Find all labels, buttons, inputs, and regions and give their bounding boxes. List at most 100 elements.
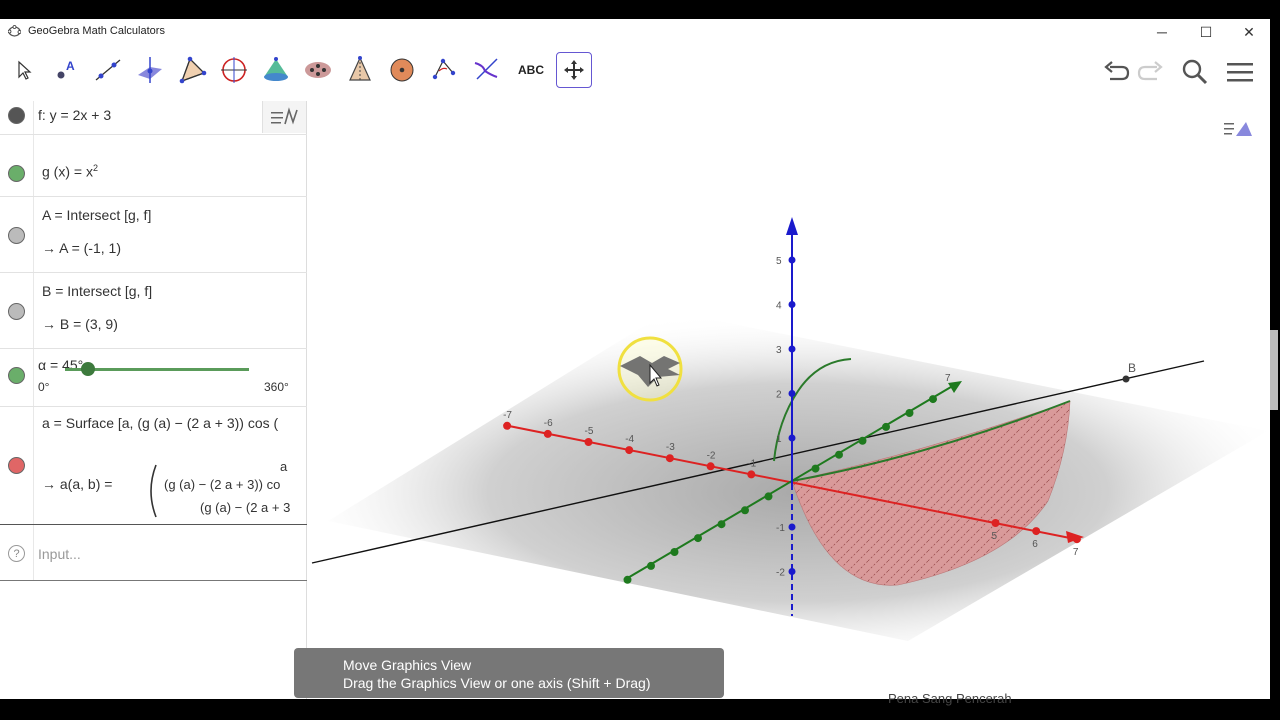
point-tool-button[interactable]: A [48, 52, 84, 88]
algebra-row-surface[interactable]: a = Surface [a, (g (a) − (2 a + 3)) cos … [0, 407, 307, 525]
maximize-button[interactable]: ☐ [1184, 19, 1228, 45]
z-tick-mark [788, 568, 796, 575]
row-separator [33, 101, 34, 134]
pyramid-tool-button[interactable] [174, 52, 210, 88]
visibility-toggle[interactable] [8, 227, 25, 244]
algebra-item-text[interactable]: a = Surface [a, (g (a) − (2 a + 3)) cos … [42, 415, 306, 431]
x-tick-mark [706, 462, 715, 471]
x-tick-mark [665, 454, 674, 463]
x-tick-mark [1072, 535, 1081, 544]
z-tick-label: 4 [776, 301, 782, 312]
graphics-style-icon [1224, 122, 1252, 136]
sphere-icon [390, 58, 414, 82]
algebra-row-b[interactable]: B = Intersect [g, f] → B = (3, 9) [0, 273, 307, 349]
search-button[interactable] [1180, 57, 1210, 87]
plane-icon [138, 57, 162, 83]
pyramid-icon [179, 56, 207, 84]
graphics-style-bar-button[interactable] [1220, 115, 1256, 143]
x-tick-mark [584, 438, 593, 446]
algebra-input-row[interactable]: ? Input... [0, 525, 307, 581]
line-tool-button[interactable] [90, 52, 126, 88]
y-tick-mark [623, 575, 632, 584]
text-tool-button[interactable]: ABC [513, 52, 549, 88]
x-tick-label: -2 [707, 450, 716, 461]
line-icon [95, 59, 121, 81]
net-tool-button[interactable] [300, 52, 336, 88]
visibility-toggle[interactable] [8, 367, 25, 384]
z-tick-label: -1 [776, 523, 785, 534]
surface-matrix: a (g (a) − (2 a + 3)) co (g (a) − (2 a +… [160, 457, 306, 525]
point-b [1122, 375, 1130, 383]
cone-tool-button[interactable] [258, 52, 294, 88]
move-graphics-view-tool-button[interactable] [556, 52, 592, 88]
algebra-item-result: → A = (-1, 1) [42, 240, 121, 256]
watermark-brand: SCREENCAST ◯ MATIC [16, 661, 259, 683]
z-tick-label: 3 [776, 345, 782, 356]
screencast-watermark: Recorded with SCREENCAST ◯ MATIC [16, 648, 258, 684]
y-tick-mark [929, 395, 937, 404]
visibility-toggle[interactable] [8, 303, 25, 320]
style-bar-icon [270, 107, 298, 125]
circle-axis-icon [221, 57, 247, 83]
rotate-icon [432, 58, 456, 80]
window-title: GeoGebra Math Calculators [28, 25, 165, 37]
slider-max-label: 360° [264, 380, 289, 394]
y-tick-mark [647, 561, 655, 570]
matrix-entry-bot: (g (a) − (2 a + 3 [200, 500, 291, 515]
point-icon: A [57, 59, 75, 79]
visibility-toggle[interactable] [8, 165, 25, 182]
z-tick-mark [788, 256, 796, 264]
z-tick-mark [788, 434, 796, 442]
xoy-plane [328, 311, 1268, 641]
redo-button[interactable] [1136, 57, 1166, 87]
y-tick-mark [741, 506, 749, 515]
graphics-view-3d[interactable]: B -7 -6 -5 -4 -3 -2 -1 5 6 7 5 4 3 2 1 -1 -2 7 [308, 101, 1270, 699]
plane-tool-button[interactable] [132, 52, 168, 88]
algebra-item-text[interactable]: A = Intersect [g, f] [42, 207, 151, 223]
x-tick-label: -7 [503, 410, 512, 421]
sphere-tool-button[interactable] [384, 52, 420, 88]
z-axis-arrow-icon [786, 217, 798, 235]
prism-icon [349, 56, 371, 81]
visibility-toggle[interactable] [8, 457, 25, 474]
y-tick-mark [811, 464, 820, 473]
y-tick-label: 7 [945, 373, 951, 384]
tooltip-title: Move Graphics View [343, 657, 472, 673]
algebra-row-a[interactable]: A = Intersect [g, f] → A = (-1, 1) [0, 197, 307, 273]
algebra-item-text[interactable]: g (x) = x2 [42, 163, 98, 180]
tool-tooltip: Move Graphics View Drag the Graphics Vie… [294, 648, 724, 698]
algebra-row-alpha[interactable]: α = 45° 0° 360° [0, 349, 307, 407]
undo-button[interactable] [1101, 57, 1131, 87]
minimize-button[interactable]: ─ [1140, 19, 1184, 45]
algebra-item-text[interactable]: f: y = 2x + 3 [38, 107, 111, 123]
net-icon [305, 62, 331, 78]
reflect-tool-button[interactable] [468, 52, 504, 88]
z-tick-mark [788, 301, 796, 308]
x-tick-mark [1032, 527, 1041, 536]
geogebra-window: GeoGebra Math Calculators ─ ☐ ✕ A ABC f:… [0, 19, 1270, 699]
circle-axis-tool-button[interactable] [216, 52, 252, 88]
move-tool-button[interactable] [6, 52, 42, 88]
help-icon[interactable]: ? [8, 545, 25, 562]
prism-tool-button[interactable] [342, 52, 378, 88]
vertical-scrollbar[interactable] [1270, 330, 1278, 410]
x-tick-label: -5 [585, 426, 594, 437]
matrix-entry-mid: (g (a) − (2 a + 3)) co [164, 477, 281, 492]
algebra-row-f[interactable]: f: y = 2x + 3 [0, 101, 307, 134]
visibility-toggle[interactable] [8, 107, 25, 124]
alpha-slider-knob[interactable] [81, 362, 95, 376]
arrow-cursor-icon [18, 60, 32, 80]
row-separator [33, 197, 34, 272]
g-exponent: 2 [92, 163, 98, 173]
z-tick-label: 5 [776, 256, 782, 267]
row-separator [33, 273, 34, 348]
style-bar-toggle-button[interactable] [262, 101, 306, 133]
rotate-tool-button[interactable] [426, 52, 462, 88]
algebra-item-text[interactable]: B = Intersect [g, f] [42, 283, 152, 299]
algebra-row-g[interactable]: g (x) = x2 [0, 135, 307, 197]
z-tick-mark [788, 523, 796, 531]
menu-button[interactable] [1225, 57, 1255, 87]
g-definition: g (x) = x [42, 163, 93, 180]
close-button[interactable]: ✕ [1227, 19, 1270, 45]
algebra-input-field[interactable]: Input... [38, 546, 81, 562]
